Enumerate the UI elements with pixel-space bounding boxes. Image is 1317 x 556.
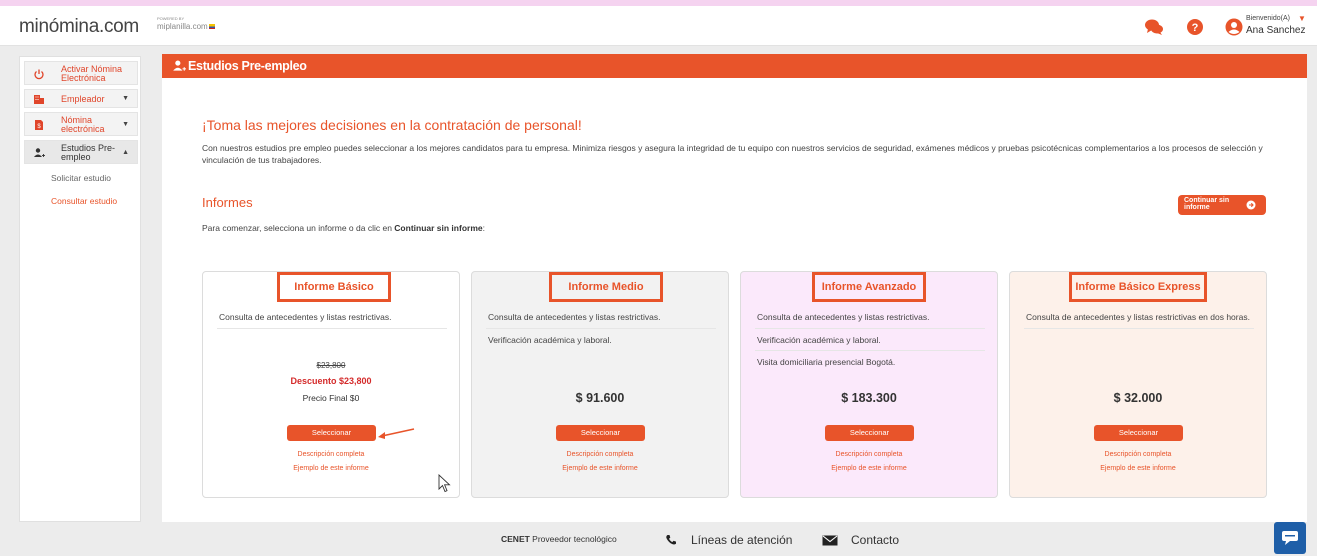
report-example-link[interactable]: Ejemplo de este informe <box>1010 465 1266 472</box>
sidebar-item-label: Activar Nómina Electrónica <box>61 64 123 83</box>
report-card-basico: Informe Básico Consulta de antecedentes … <box>202 271 460 498</box>
feature-divider <box>486 328 716 329</box>
full-description-link[interactable]: Descripción completa <box>1010 451 1266 458</box>
sidebar-item-nomina-electronica[interactable]: $ Nómina electrónica ▼ <box>24 112 138 136</box>
description: Con nuestros estudios pre empleo puedes … <box>202 143 1263 165</box>
document-icon: $ <box>35 120 43 130</box>
sidebar-item-estudios-pre-empleo[interactable]: Estudios Pre-empleo ▲ <box>24 140 138 164</box>
sidebar-item-activar-nomina[interactable]: Activar Nómina Electrónica <box>24 61 138 85</box>
top-header: minómina.com POWERED BY miplanilla.com ?… <box>0 6 1317 46</box>
report-example-link[interactable]: Ejemplo de este informe <box>203 465 459 472</box>
welcome-label: Bienvenido(A) <box>1246 15 1290 22</box>
card-feature: Consulta de antecedentes y listas restri… <box>1026 312 1250 322</box>
user-name[interactable]: Ana Sanchez <box>1246 25 1306 36</box>
card-title: Informe Básico <box>294 281 374 293</box>
card-title: Informe Medio <box>568 281 644 293</box>
report-card-basico-express: Informe Básico Express Consulta de antec… <box>1009 271 1267 498</box>
chat-icon <box>1282 531 1298 545</box>
building-icon <box>34 95 44 104</box>
card-title: Informe Básico Express <box>1075 281 1201 293</box>
feature-divider <box>755 350 985 351</box>
sidebar-subitem-consultar[interactable]: Consultar estudio <box>51 196 117 206</box>
hint-bold: Continuar sin informe <box>394 223 483 233</box>
card-title-box: Informe Básico Express <box>1069 272 1207 302</box>
card-feature: Verificación académica y laboral. <box>488 335 612 345</box>
footer-lines-link[interactable]: Líneas de atención <box>691 533 792 547</box>
card-price: $ 32.000 <box>1113 391 1163 405</box>
power-icon <box>34 69 44 80</box>
sidebar-subitem-solicitar[interactable]: Solicitar estudio <box>51 173 111 183</box>
chevron-up-icon: ▲ <box>122 149 129 156</box>
card-title: Informe Avanzado <box>821 281 917 293</box>
card-feature: Consulta de antecedentes y listas restri… <box>219 312 392 322</box>
discount-label: Descuento $23,800 <box>290 376 372 386</box>
instructions-text: Para comenzar, selecciona un informe o d… <box>202 223 485 233</box>
full-description-link[interactable]: Descripción completa <box>472 451 728 458</box>
report-example-link[interactable]: Ejemplo de este informe <box>741 465 997 472</box>
continue-button-label: Continuar sin informe <box>1184 197 1230 211</box>
provider-name: CENET <box>501 534 530 544</box>
headline: ¡Toma las mejores decisiones en la contr… <box>202 117 582 133</box>
svg-text:?: ? <box>1192 22 1199 34</box>
report-example-link[interactable]: Ejemplo de este informe <box>472 465 728 472</box>
card-feature: Consulta de antecedentes y listas restri… <box>488 312 661 322</box>
report-card-medio: Informe Medio Consulta de antecedentes y… <box>471 271 729 498</box>
envelope-icon <box>822 535 838 546</box>
footer: CENET Proveedor tecnológico Líneas de at… <box>0 524 1317 556</box>
card-feature: Verificación académica y laboral. <box>757 335 881 345</box>
arrow-right-circle-icon <box>1246 200 1256 210</box>
card-title-box: Informe Avanzado <box>812 272 926 302</box>
card-feature: Visita domiciliaria presencial Bogotá. <box>757 357 896 367</box>
full-description-link[interactable]: Descripción completa <box>741 451 997 458</box>
sidebar: Activar Nómina Electrónica Empleador ▼ $… <box>19 56 141 522</box>
sidebar-item-label: Empleador <box>61 94 105 104</box>
page-title-bar: Estudios Pre-empleo <box>162 54 1307 78</box>
sidebar-item-label: Nómina electrónica <box>61 115 105 134</box>
logo[interactable]: minómina.com <box>19 16 139 38</box>
sidebar-item-empleador[interactable]: Empleador ▼ <box>24 89 138 108</box>
colombia-flag-icon <box>209 24 215 29</box>
footer-contact-link[interactable]: Contacto <box>851 533 899 547</box>
chevron-down-icon: ▼ <box>122 95 129 102</box>
select-button[interactable]: Seleccionar <box>825 425 914 441</box>
user-plus-icon <box>34 148 45 157</box>
hint-prefix: Para comenzar, selecciona un informe o d… <box>202 223 395 233</box>
help-icon[interactable]: ? <box>1185 17 1205 37</box>
final-price: Precio Final $0 <box>302 393 360 403</box>
continue-without-report-button[interactable]: Continuar sin informe <box>1178 195 1266 215</box>
provider-label: Proveedor tecnológico <box>529 534 617 544</box>
card-title-box: Informe Básico <box>277 272 391 302</box>
full-description-link[interactable]: Descripción completa <box>203 451 459 458</box>
report-card-avanzado: Informe Avanzado Consulta de antecedente… <box>740 271 998 498</box>
mouse-cursor-icon <box>438 474 451 493</box>
feature-divider <box>1024 328 1254 329</box>
feature-divider <box>217 328 447 329</box>
hint-suffix: : <box>482 223 485 233</box>
card-price: $ 91.600 <box>575 391 625 405</box>
select-button[interactable]: Seleccionar <box>1094 425 1183 441</box>
phone-icon <box>666 535 676 545</box>
chevron-down-icon: ▼ <box>122 121 129 128</box>
card-title-box: Informe Medio <box>549 272 663 302</box>
reports-heading: Informes <box>202 195 253 210</box>
feature-divider <box>755 328 985 329</box>
chat-bubbles-icon[interactable] <box>1144 17 1164 37</box>
card-price: $ 183.300 <box>841 391 897 405</box>
user-plus-icon <box>173 60 186 71</box>
select-button[interactable]: Seleccionar <box>556 425 645 441</box>
footer-provider: CENET Proveedor tecnológico <box>501 534 617 544</box>
powered-by-label: POWERED BY <box>157 16 185 21</box>
sidebar-item-label: Estudios Pre-empleo <box>61 143 116 162</box>
user-menu-caret-icon[interactable]: ▼ <box>1298 14 1306 23</box>
user-avatar-icon[interactable] <box>1224 17 1244 37</box>
old-price: $23,800 <box>316 361 346 370</box>
chat-widget-button[interactable] <box>1274 522 1306 554</box>
page-title: Estudios Pre-empleo <box>188 59 307 73</box>
card-feature: Consulta de antecedentes y listas restri… <box>757 312 930 322</box>
partner-logo: miplanilla.com <box>157 22 208 31</box>
arrow-pointer-icon <box>378 428 415 439</box>
select-button[interactable]: Seleccionar <box>287 425 376 441</box>
